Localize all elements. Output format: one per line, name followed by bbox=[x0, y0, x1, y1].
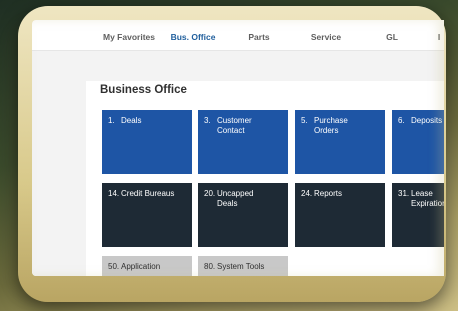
tile-reports[interactable]: 24. Reports bbox=[295, 183, 385, 247]
tile-system-tools[interactable]: 80. System Tools bbox=[198, 256, 288, 276]
tile-number: 14. bbox=[108, 189, 120, 198]
tab-gl[interactable]: GL bbox=[380, 26, 404, 52]
tile-deposits[interactable]: 6. Deposits bbox=[392, 110, 444, 174]
tile-label: Reports bbox=[314, 189, 343, 198]
tile-uncapped-deals[interactable]: 20. Uncapped Deals bbox=[198, 183, 288, 247]
tile-label: Credit Bureaus bbox=[121, 189, 175, 198]
tile-number: 6. bbox=[398, 116, 405, 125]
tile-number: 24. bbox=[301, 189, 313, 198]
tab-bus-office[interactable]: Bus. Office bbox=[164, 26, 222, 52]
tile-label: Application bbox=[121, 262, 161, 271]
tile-customer-contact[interactable]: 3. Customer Contact bbox=[198, 110, 288, 174]
tile-deals[interactable]: 1. Deals bbox=[102, 110, 192, 174]
tile-label: System Tools bbox=[217, 262, 265, 271]
tile-label: Purchase Orders bbox=[314, 116, 348, 135]
app-screen: My Favorites Bus. Office Parts Service G… bbox=[32, 20, 444, 276]
tile-number: 50. bbox=[108, 262, 120, 271]
sub-toolbar bbox=[32, 50, 444, 82]
tab-service[interactable]: Service bbox=[304, 26, 348, 52]
tile-number: 31. bbox=[398, 189, 410, 198]
tab-next[interactable]: I bbox=[434, 26, 444, 52]
tile-label: Lease Expiration bbox=[411, 189, 444, 208]
tab-parts[interactable]: Parts bbox=[236, 26, 282, 52]
tile-purchase-orders[interactable]: 5. Purchase Orders bbox=[295, 110, 385, 174]
tile-number: 1. bbox=[108, 116, 115, 125]
tile-label: Deals bbox=[121, 116, 142, 125]
page-title: Business Office bbox=[100, 84, 187, 96]
tile-lease-expiration[interactable]: 31. Lease Expiration bbox=[392, 183, 444, 247]
tile-label: Uncapped Deals bbox=[217, 189, 254, 208]
tile-number: 3. bbox=[204, 116, 211, 125]
tile-credit-bureaus[interactable]: 14. Credit Bureaus bbox=[102, 183, 192, 247]
tile-label: Deposits bbox=[411, 116, 443, 125]
tile-label: Customer Contact bbox=[217, 116, 252, 135]
tile-number: 5. bbox=[301, 116, 308, 125]
tab-my-favorites[interactable]: My Favorites bbox=[94, 26, 164, 52]
left-gutter bbox=[32, 80, 86, 276]
tab-bar: My Favorites Bus. Office Parts Service G… bbox=[32, 26, 444, 52]
tile-number: 20. bbox=[204, 189, 216, 198]
tile-application[interactable]: 50. Application bbox=[102, 256, 192, 276]
tile-number: 80. bbox=[204, 262, 216, 271]
